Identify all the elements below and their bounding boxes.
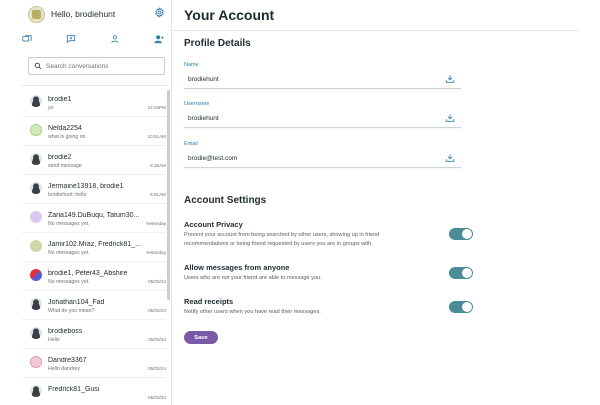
username-label: Username — [184, 101, 210, 107]
conversation-name: brodie2 — [48, 154, 72, 161]
conversation-preview: send message — [48, 163, 82, 169]
conversation-time: 5:51AM — [150, 192, 166, 197]
conversation-name: Fredrick81_Gusi — [48, 386, 100, 393]
conversation-time: Yesterday — [145, 250, 166, 255]
email-label: Email — [184, 141, 198, 147]
setting-description: Users who are not your friend are able t… — [184, 275, 322, 281]
new-message-icon[interactable] — [66, 34, 76, 44]
gear-icon[interactable] — [154, 7, 165, 18]
setting-description: Prevent your account from being searched… — [184, 232, 380, 247]
conversation-preview: Hello dandrey — [48, 366, 81, 372]
setting-title: Account Privacy — [184, 220, 243, 229]
search-input[interactable] — [46, 60, 161, 72]
setting-description: Notify other users when you have read th… — [184, 309, 321, 315]
conversation-time: 05/03/24 — [148, 337, 166, 342]
conversation-time: 05/03/24 — [148, 308, 166, 313]
conversation-preview: Hello — [48, 337, 60, 343]
conversation-time: Yesterday — [145, 221, 166, 226]
name-input[interactable] — [188, 74, 428, 85]
search-box — [28, 57, 165, 75]
conversation-item[interactable]: Jermaine13918, brodie1 brodiehunt: hello… — [22, 175, 166, 204]
profile-section-title: Profile Details — [184, 38, 251, 49]
greeting: Hello, brodiehunt — [51, 9, 116, 19]
sidebar: Hello, brodiehunt brodie1 yo 12 — [0, 0, 172, 405]
conversation-preview: No messages yet. — [48, 250, 90, 256]
conversation-time: 05/03/24 — [148, 279, 166, 284]
account-panel: Your Account Profile Details Name Userna… — [172, 0, 600, 405]
conversation-time: 8:26AM — [150, 163, 166, 168]
conversation-list: brodie1 yo 12:34PM Nelda2254 what is goi… — [22, 88, 166, 405]
conversation-item[interactable]: brodieboss Hello 05/03/24 — [22, 320, 166, 349]
email-input-box — [184, 149, 461, 168]
profile-icon[interactable] — [110, 34, 120, 44]
username-input-box — [184, 109, 461, 128]
chats-icon[interactable] — [22, 34, 32, 44]
add-friend-icon[interactable] — [154, 34, 164, 44]
conversation-time: 05/03/24 — [148, 366, 166, 371]
conversation-name: Zaria149.DuBuqu, Tatum30... — [48, 212, 140, 219]
search-icon — [34, 62, 42, 70]
name-input-box — [184, 70, 461, 89]
avatar — [30, 211, 42, 223]
save-field-icon[interactable] — [445, 74, 455, 84]
conversation-name: Dandre3367 — [48, 357, 87, 364]
save-field-icon[interactable] — [445, 113, 455, 123]
scrollbar[interactable] — [167, 90, 170, 300]
conversation-time: 12:34PM — [147, 105, 166, 110]
avatar — [30, 124, 42, 136]
conversation-preview: yo — [48, 105, 54, 111]
avatar — [30, 182, 42, 194]
avatar[interactable] — [28, 6, 45, 23]
avatar — [30, 356, 42, 368]
divider — [22, 85, 168, 86]
conversation-item[interactable]: Fredrick81_Gusi 05/03/24 — [22, 378, 166, 405]
conversation-name: brodie1, Peter43_Abshire — [48, 270, 128, 277]
avatar — [30, 298, 42, 310]
conversation-item[interactable]: Nelda2254 what is going on 10:51AM — [22, 117, 166, 146]
conversation-item[interactable]: Johathan104_Fad What do you mean? 05/03/… — [22, 291, 166, 320]
setting-title: Read receipts — [184, 297, 234, 306]
allow-messages-toggle[interactable] — [449, 267, 473, 279]
conversation-time: 05/03/24 — [148, 395, 166, 400]
setting-title: Allow messages from anyone — [184, 263, 290, 272]
conversation-name: Johathan104_Fad — [48, 299, 105, 306]
save-button[interactable]: Save — [184, 331, 218, 344]
divider — [172, 30, 578, 31]
conversation-item[interactable]: Dandre3367 Hello dandrey 05/03/24 — [22, 349, 166, 378]
avatar — [30, 327, 42, 339]
conversation-preview: what is going on — [48, 134, 86, 140]
conversation-name: brodie1 — [48, 96, 72, 103]
email-input[interactable] — [188, 153, 428, 164]
conversation-name: Jermaine13918, brodie1 — [48, 183, 124, 190]
conversation-preview: What do you mean? — [48, 308, 95, 314]
sidebar-header: Hello, brodiehunt — [0, 0, 172, 30]
conversation-item[interactable]: Zaria149.DuBuqu, Tatum30... No messages … — [22, 204, 166, 233]
page-title: Your Account — [184, 7, 275, 23]
conversation-item[interactable]: Jamir102.Mraz, Fredrick81_... No message… — [22, 233, 166, 262]
read-receipts-toggle[interactable] — [449, 301, 473, 313]
conversation-name: Jamir102.Mraz, Fredrick81_... — [48, 241, 141, 248]
avatar — [30, 95, 42, 107]
conversation-name: Nelda2254 — [48, 125, 82, 132]
save-field-icon[interactable] — [445, 153, 455, 163]
username-input[interactable] — [188, 113, 428, 124]
settings-section-title: Account Settings — [184, 195, 267, 206]
account-privacy-toggle[interactable] — [449, 228, 473, 240]
avatar — [30, 240, 42, 252]
avatar — [30, 153, 42, 165]
conversation-item[interactable]: brodie2 send message 8:26AM — [22, 146, 166, 175]
conversation-preview: brodiehunt: hello — [48, 192, 87, 198]
conversation-preview: No messages yet. — [48, 279, 90, 285]
conversation-item[interactable]: brodie1, Peter43_Abshire No messages yet… — [22, 262, 166, 291]
name-label: Name — [184, 62, 199, 68]
conversation-name: brodieboss — [48, 328, 83, 335]
conversation-preview: No messages yet. — [48, 221, 90, 227]
avatar — [30, 385, 42, 397]
conversation-item[interactable]: brodie1 yo 12:34PM — [22, 88, 166, 117]
conversation-time: 10:51AM — [147, 134, 166, 139]
avatar — [30, 269, 42, 281]
sidebar-icon-tabs — [22, 34, 164, 46]
